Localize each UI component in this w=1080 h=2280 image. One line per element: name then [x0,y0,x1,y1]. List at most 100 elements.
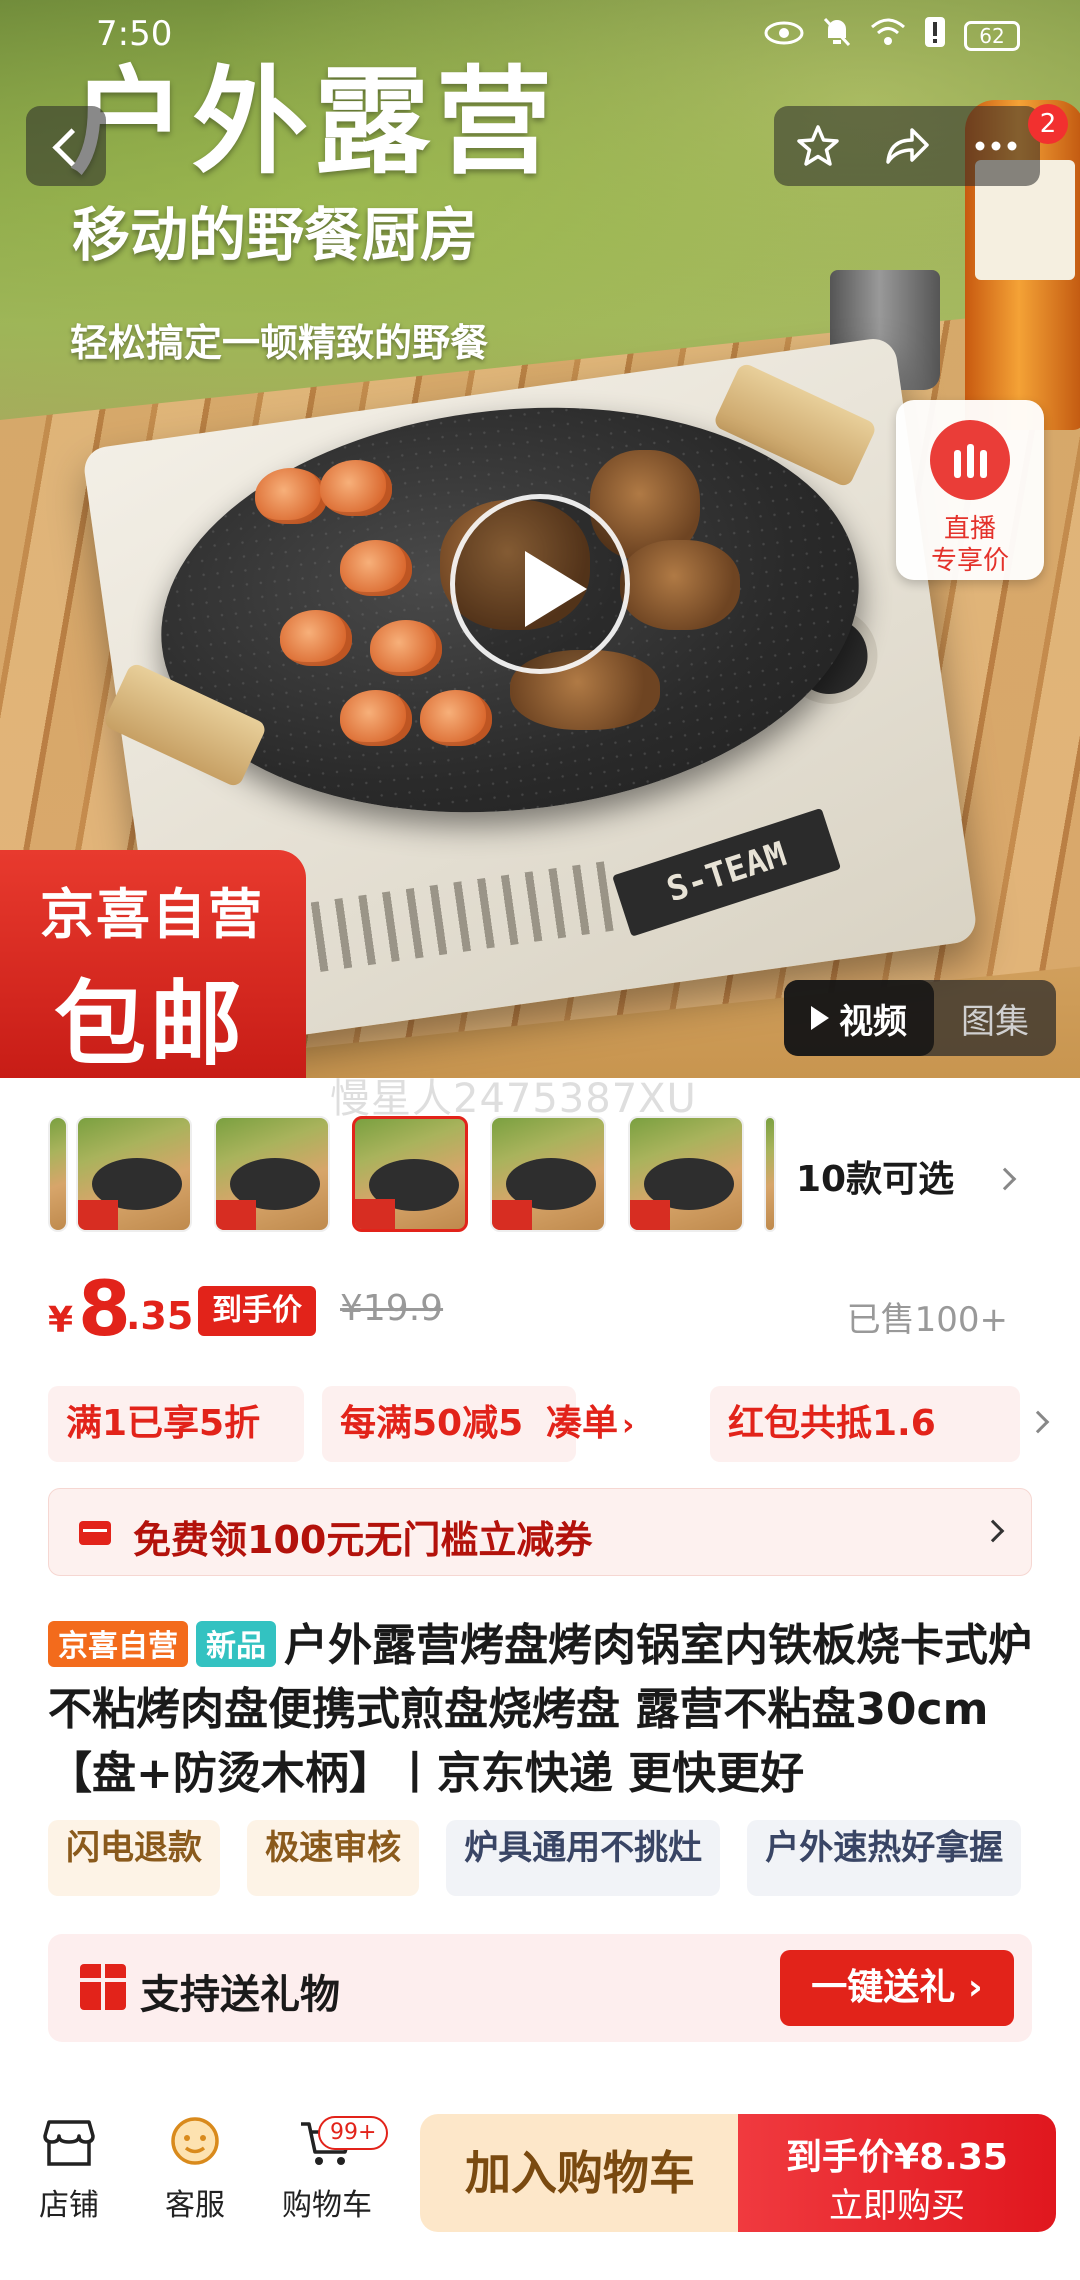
store-label: 店铺 [39,2188,99,2223]
hero-subtitle: 移动的野餐厨房 [72,201,479,269]
bell-muted-icon [822,16,852,56]
back-button[interactable] [26,106,106,186]
tag-new: 新品 [196,1621,276,1667]
variants-label: 10款可选 [796,1159,955,1200]
variant-thumbnail[interactable] [628,1116,744,1232]
favorite-star-icon[interactable] [783,111,853,181]
status-bar: 7:50 62 [0,0,1080,70]
cart-label: 购物车 [282,2188,372,2223]
promo-add-on-label: 凑单 [546,1403,619,1444]
variant-thumbnail[interactable] [764,1116,776,1232]
stove-brand: S-TEAM [612,807,842,937]
variant-thumbnail[interactable] [76,1116,192,1232]
shrimp [255,468,327,524]
meat [620,540,740,630]
promo-red-packet[interactable]: 红包共抵1.6 [710,1386,1020,1462]
product-page: S-TEAM 户外露营 移动的野餐厨房 轻松搞定一顿精致的野餐 直播 专享价 京… [0,0,1080,2280]
price-row: ¥ 8 .35 到手价 ¥19.9 已售100+ [48,1264,1038,1354]
chevron-right-icon [993,1167,1016,1191]
promo-add-on[interactable]: 凑单 › [534,1386,694,1462]
feature-tags: 闪电退款 极速审核 炉具通用不挑灶 户外速热好拿握 [48,1820,1080,1896]
live-sublabel: 专享价 [930,546,1009,576]
top-actions [774,106,1040,186]
feature-tag: 极速审核 [247,1820,420,1896]
media-toggle: 视频 图集 [784,980,1056,1056]
promotions-row: 满1已享5折 每满50减5 凑单 › 红包共抵1.6 [48,1386,1080,1462]
feature-tag: 闪电退款 [48,1820,220,1896]
sold-count: 已售100+ [846,1300,1008,1340]
buy-price-label: 到手价 [786,2137,895,2178]
cart-count-badge: 99+ [318,2116,389,2150]
shrimp [420,690,492,746]
service-icon [171,2117,219,2165]
tab-video-label: 视频 [839,1001,907,1042]
send-gift-button[interactable]: 一键送礼 › [780,1950,1014,2026]
shrimp [370,620,442,676]
badge-line2: 包邮 [54,971,247,1078]
hero-subtitle-2: 轻松搞定一顿精致的野餐 [70,312,489,369]
price-currency: ¥ [48,1300,74,1341]
gift-icon [80,1964,126,2010]
chevron-right-icon [981,1519,1005,1543]
tab-video[interactable]: 视频 [784,980,934,1056]
jingxi-free-shipping-badge: 京喜自营 包邮 [0,850,306,1078]
stove-vents [286,861,614,976]
status-time: 7:50 [96,14,173,54]
product-title: 京喜自营 新品 户外露营烤盘烤肉锅室内铁板烧卡式炉不粘烤肉盘便携式煎盘烧烤盘 露营不… [48,1614,1038,1806]
feature-tag: 户外速热好拿握 [747,1820,1022,1896]
shrimp [340,690,412,746]
buy-now-button[interactable]: 到手价¥8.35 立即购买 [738,2114,1056,2232]
buy-price-value: ¥8.35 [894,2137,1008,2178]
service-label: 客服 [165,2188,225,2223]
share-icon[interactable] [872,111,942,181]
live-price-button[interactable]: 直播 专享价 [896,400,1044,580]
store-icon [43,2120,95,2166]
variant-thumbnails: 10款可选 [0,1110,1080,1240]
customer-service-button[interactable]: 客服 [140,2114,250,2224]
variant-thumbnail[interactable] [48,1116,68,1232]
add-to-cart-button[interactable]: 加入购物车 [420,2114,740,2232]
feature-tag: 炉具通用不挑灶 [446,1820,721,1896]
store-button[interactable]: 店铺 [14,2114,124,2224]
bottom-action-bar: 店铺 客服 购物车 99+ 加入购物车 到手价¥8.35 立即购买 [0,2090,1080,2280]
play-icon [811,1006,829,1030]
final-price-tag: 到手价 [198,1286,316,1336]
thumb-tag [630,1200,670,1230]
chevron-right-icon: › [622,1408,635,1443]
variants-selector[interactable]: 10款可选 [796,1150,1016,1202]
price-decimal: .35 [126,1294,194,1338]
badge-line1: 京喜自营 [40,883,264,946]
thumb-tag [492,1200,532,1230]
message-count-badge: 2 [1028,104,1068,144]
variant-thumbnail[interactable] [490,1116,606,1232]
live-bars-icon [954,444,990,478]
battery-icon: 62 [964,21,1020,51]
eye-icon [764,19,804,54]
gift-banner: 支持送礼物 一键送礼 › [48,1934,1032,2042]
variant-thumbnail[interactable] [214,1116,330,1232]
send-gift-label: 一键送礼 [811,1967,956,2008]
original-price: ¥19.9 [340,1288,444,1329]
shrimp [320,460,392,516]
alert-icon [924,16,946,56]
more-icon[interactable] [961,111,1031,181]
thumb-tag [355,1199,395,1229]
wifi-icon [870,17,906,55]
coupon-text: 免费领100元无门槛立减券 [133,1518,593,1562]
tag-jingxi-self-operated: 京喜自营 [48,1621,188,1667]
play-video-button[interactable] [450,494,630,674]
promo-discount[interactable]: 满1已享5折 [48,1386,304,1462]
tab-gallery[interactable]: 图集 [934,980,1056,1056]
variant-thumbnail-selected[interactable] [352,1116,468,1232]
promos-more-chevron-icon[interactable] [1026,1410,1050,1434]
status-icons: 62 [764,16,1020,56]
price-integer: 8 [78,1264,131,1353]
buy-now-label: 立即购买 [829,2186,965,2226]
promo-full-reduction-label: 每满50减5 [340,1403,524,1444]
shrimp [280,610,352,666]
coupon-icon [79,1521,111,1545]
thumb-tag [78,1200,118,1230]
coupon-banner[interactable]: 免费领100元无门槛立减券 [48,1488,1032,1576]
thumb-tag [216,1200,256,1230]
gift-text: 支持送礼物 [140,1972,340,2018]
